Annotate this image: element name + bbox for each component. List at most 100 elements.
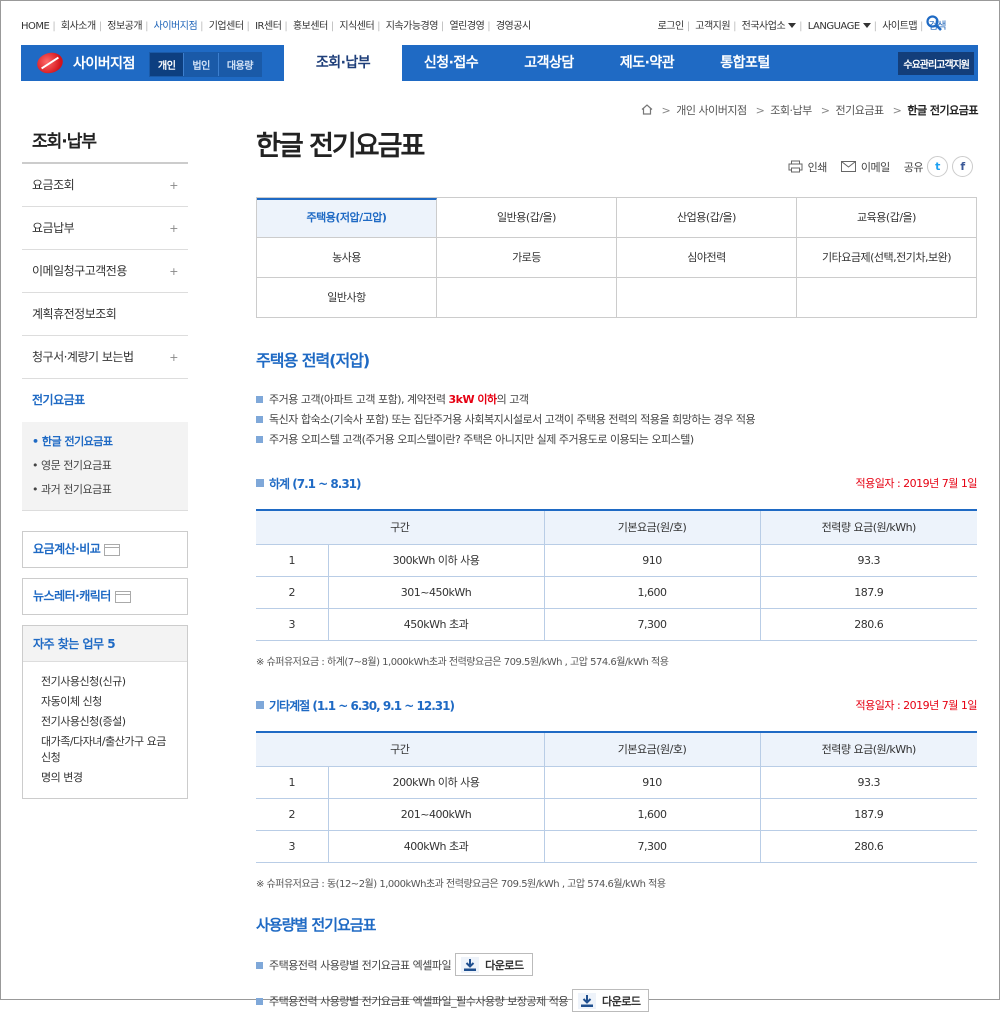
language-dropdown[interactable]: LANGUAGE [808, 21, 871, 32]
breadcrumb: > 개인 사이버지점 > 조회·납부 > 전기요금표 > 한글 전기요금표 [641, 102, 978, 118]
segment-personal[interactable]: 개인 [150, 53, 185, 76]
col-header: 구간 [256, 509, 544, 545]
sidebar-item-outage-info[interactable]: 계획휴전정보조회 [22, 293, 188, 336]
util-ir-center[interactable]: IR센터 [255, 17, 282, 32]
share-label: 공유 t f [904, 156, 973, 177]
branches-dropdown[interactable]: 전국사업소 [742, 21, 797, 32]
tab-education[interactable]: 교육용(갑/을) [797, 198, 977, 238]
login-link[interactable]: 로그인 [658, 21, 685, 32]
section-title: 주택용 전력(저압) [256, 351, 370, 370]
tab-empty [617, 278, 797, 318]
newsletter-icon [114, 590, 131, 603]
tab-late-night[interactable]: 심야전력 [617, 238, 797, 278]
faq-item[interactable]: 전기사용신청(신규) [41, 674, 177, 690]
main-menu: 조회·납부 신청·접수 고객상담 제도·약관 통합포털 [284, 45, 794, 81]
print-button[interactable]: 인쇄 [788, 159, 827, 175]
faq-item[interactable]: 명의 변경 [41, 770, 177, 786]
util-sustainability[interactable]: 지속가능경영 [386, 17, 439, 32]
list-item: 주거용 오피스텔 고객(주거용 오피스텔이란? 주택은 아니지만 실제 주거용도… [256, 430, 755, 450]
kepco-logo-icon [34, 49, 66, 77]
breadcrumb-item[interactable]: 조회·납부 [770, 104, 812, 117]
breadcrumb-item[interactable]: 전기요금표 [836, 104, 885, 117]
main-content: 한글 전기요금표 인쇄 이메일 공유 t f 주택용(저압/고압) 일반용(갑/… [256, 120, 977, 1012]
util-management-disclosure[interactable]: 경영공시 [496, 17, 531, 32]
chevron-down-icon [862, 23, 871, 28]
rate-calculator-link[interactable]: 요금계산·비교 [22, 531, 188, 568]
sidebar-item-bill-guide[interactable]: 청구서·계량기 보는법 + [22, 336, 188, 379]
util-company[interactable]: 회사소개 [61, 17, 96, 32]
util-knowledge-center[interactable]: 지식센터 [339, 17, 374, 32]
support-link[interactable]: 고객지원 [695, 21, 730, 32]
download-button[interactable]: 다운로드 [455, 953, 533, 976]
tab-residential[interactable]: 주택용(저압/고압) [257, 198, 437, 238]
faq-item[interactable]: 자동이체 신청 [41, 694, 177, 710]
utility-bar: HOME | 회사소개 | 정보공개 | 사이버지점 | 기업센터 | IR센터 | 홍보센… [0, 0, 998, 46]
summer-header: 하계 (7.1 ~ 8.31) 적용일자 : 2019년 7월 1일 [256, 475, 977, 495]
list-item: 독신자 합숙소(기숙사 포함) 또는 집단주거용 사회복지시설로서 고객이 주택… [256, 410, 756, 430]
twitter-icon[interactable]: t [927, 156, 948, 177]
excel-download-row: 주택용전력 사용량별 전기요금표 엑셀파일_필수사용량 보장공제 적용 다운로드 [256, 989, 650, 1012]
table-row: 2 201~400kWh 1,600 187.9 [256, 798, 977, 831]
sidebar-item-rate-table[interactable]: 전기요금표 [22, 379, 188, 422]
sidebar-item-payment[interactable]: 요금납부 + [22, 207, 188, 250]
cyber-branch-logo[interactable]: 사이버지점 [21, 45, 151, 81]
summer-rate-table: 구간 기본요금(원/호) 전력량 요금(원/kWh) 1 300kWh 이하 사용 91… [256, 509, 977, 641]
faq-box: 자주 찾는 업무 5 전기사용신청(신규) 자동이체 신청 전기사용신청(증설)… [22, 625, 188, 799]
sitemap-link[interactable]: 사이트맵 [882, 21, 917, 32]
faq-item[interactable]: 전기사용신청(증설) [41, 714, 177, 730]
utility-nav: HOME | 회사소개 | 정보공개 | 사이버지점 | 기업센터 | IR센터 | 홍보센… [21, 17, 531, 32]
util-disclosure[interactable]: 정보공개 [107, 17, 142, 32]
tab-agricultural[interactable]: 농사용 [257, 238, 437, 278]
mail-icon [840, 161, 856, 172]
plus-icon: + [169, 179, 178, 192]
tab-general-info[interactable]: 일반사항 [257, 278, 437, 318]
demand-mgmt-button[interactable]: 수요관리고객지원 [898, 52, 974, 75]
effective-date: 적용일자 : 2019년 7월 1일 [855, 699, 977, 712]
tab-general[interactable]: 일반용(갑/을) [437, 198, 617, 238]
email-button[interactable]: 이메일 [840, 159, 890, 175]
home-icon[interactable] [641, 104, 653, 115]
page-tools: 인쇄 이메일 공유 t f [774, 156, 973, 177]
tab-industrial[interactable]: 산업용(갑/을) [617, 198, 797, 238]
sidebar-item-email-billing[interactable]: 이메일청구고객전용 + [22, 250, 188, 293]
menu-consulting[interactable]: 고객상담 [500, 45, 598, 81]
plus-icon: + [169, 351, 178, 364]
segment-corporate[interactable]: 법인 [184, 53, 219, 76]
table-row: 1 300kWh 이하 사용 910 93.3 [256, 544, 977, 577]
sidebar-sub-past-rates[interactable]: • 과거 전기요금표 [32, 478, 188, 502]
side-nav: 조회·납부 요금조회 + 요금납부 + 이메일청구고객전용 + 계획휴전정보조회 청구… [22, 120, 188, 799]
tab-other-plans[interactable]: 기타요금제(선택,전기차,보완) [797, 238, 977, 278]
util-home[interactable]: HOME [21, 21, 50, 32]
facebook-icon[interactable]: f [952, 156, 973, 177]
plus-icon: + [169, 222, 178, 235]
menu-application[interactable]: 신청·접수 [402, 45, 500, 81]
breadcrumb-current: 한글 전기요금표 [907, 104, 978, 117]
search-icon[interactable] [926, 15, 942, 31]
table-row: 1 200kWh 이하 사용 910 93.3 [256, 766, 977, 799]
segment-large[interactable]: 대용량 [219, 53, 261, 76]
util-biz-center[interactable]: 기업센터 [209, 17, 244, 32]
util-pr-center[interactable]: 홍보센터 [293, 17, 328, 32]
table-row: 3 450kWh 초과 7,300 280.6 [256, 608, 977, 641]
breadcrumb-item[interactable]: 개인 사이버지점 [676, 104, 747, 117]
download-label: 주택용전력 사용량별 전기요금표 엑셀파일 [269, 958, 452, 972]
sidebar-sub-english-rates[interactable]: • 영문 전기요금표 [32, 454, 188, 478]
table-row: 2 301~450kWh 1,600 187.9 [256, 576, 977, 609]
main-nav-bar: 사이버지점 개인 법인 대용량 조회·납부 신청·접수 고객상담 제도·약관 통… [21, 45, 978, 81]
menu-portal[interactable]: 통합포털 [696, 45, 794, 81]
faq-item[interactable]: 대가족/다자녀/출산가구 요금 신청 [41, 734, 177, 766]
other-season-rate-table: 구간 기본요금(원/호) 전력량 요금(원/kWh) 1 200kWh 이하 사용 91… [256, 731, 977, 863]
printer-icon [788, 160, 803, 173]
download-button[interactable]: 다운로드 [571, 989, 650, 1012]
download-icon [461, 956, 480, 973]
util-cyber-branch[interactable]: 사이버지점 [154, 17, 198, 32]
util-open-management[interactable]: 열린경영 [449, 17, 484, 32]
newsletter-link[interactable]: 뉴스레터·캐릭터 [22, 578, 188, 615]
sidebar-sub-korean-rates[interactable]: • 한글 전기요금표 [32, 430, 188, 454]
sidebar-item-bill-inquiry[interactable]: 요금조회 + [22, 164, 188, 207]
menu-inquiry-payment[interactable]: 조회·납부 [284, 45, 402, 81]
menu-policy[interactable]: 제도·약관 [598, 45, 696, 81]
tab-streetlight[interactable]: 가로등 [437, 238, 617, 278]
tab-empty [797, 278, 977, 318]
other-season-header: 기타계절 (1.1 ~ 6.30, 9.1 ~ 12.31) 적용일자 : 20… [256, 697, 977, 717]
